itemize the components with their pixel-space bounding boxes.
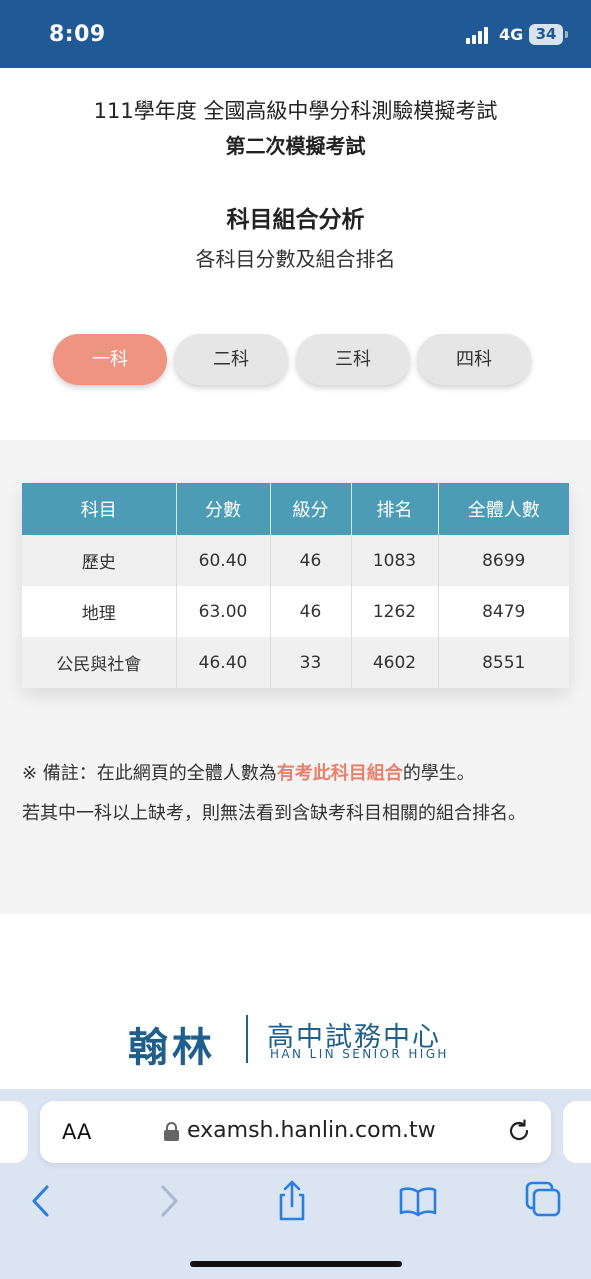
cellular-signal-icon [466, 27, 494, 44]
cell-rank: 4602 [351, 637, 439, 688]
cell-score: 46.40 [176, 637, 271, 688]
share-icon[interactable] [270, 1179, 314, 1223]
cell-score: 60.40 [176, 535, 271, 586]
note-remark-suffix: 的學生。 [402, 763, 475, 784]
note-remark: ※ 備註：在此網頁的全體人數為有考此科目組合的學生。 [22, 759, 475, 785]
battery-icon: 34 [529, 24, 563, 45]
cell-total: 8479 [438, 586, 569, 637]
network-type: 4G [499, 25, 524, 44]
exam-title: 111學年度 全國高級中學分科測驗模擬考試 [93, 99, 498, 123]
home-indicator [190, 1261, 402, 1267]
table-row: 地理 63.00 46 1262 8479 [22, 586, 569, 637]
tab-three-subjects[interactable]: 三科 [296, 334, 410, 385]
table-row: 歷史 60.40 46 1083 8699 [22, 535, 569, 586]
cell-total: 8699 [438, 535, 569, 586]
note-absence: 若其中一科以上缺考，則無法看到含缺考科目相關的組合排名。 [22, 803, 526, 824]
url-text[interactable]: examsh.hanlin.com.tw [187, 1118, 436, 1143]
col-header-rank: 排名 [351, 483, 439, 535]
browser-nav-row [0, 1179, 591, 1223]
exam-subtitle: 第二次模擬考試 [225, 134, 366, 158]
status-time: 8:09 [49, 22, 106, 47]
battery-nub [565, 31, 568, 38]
col-header-subject: 科目 [22, 483, 177, 535]
tabs-icon[interactable] [521, 1179, 565, 1223]
status-bar: 8:09 4G 34 [0, 0, 591, 68]
reload-icon[interactable] [506, 1118, 532, 1144]
cell-level: 33 [270, 637, 352, 688]
tab-two-subjects[interactable]: 二科 [174, 334, 288, 385]
tab-one-subject[interactable]: 一科 [53, 334, 167, 385]
previous-tab-preview[interactable] [0, 1101, 28, 1163]
next-tab-preview[interactable] [563, 1101, 591, 1163]
note-remark-prefix: ※ 備註：在此網頁的全體人數為 [22, 763, 277, 784]
forward-icon[interactable] [147, 1179, 191, 1223]
col-header-level: 級分 [270, 483, 352, 535]
col-header-score: 分數 [176, 483, 271, 535]
col-header-total: 全體人數 [438, 483, 569, 535]
tab-four-subjects[interactable]: 四科 [417, 334, 531, 385]
address-bar[interactable]: AA examsh.hanlin.com.tw [40, 1101, 551, 1163]
table-header-row: 科目 分數 級分 排名 全體人數 [22, 483, 569, 535]
cell-rank: 1262 [351, 586, 439, 637]
cell-subject: 地理 [22, 586, 177, 637]
hanlin-logo: 翰林 [128, 1025, 216, 1071]
results-section: 科目 分數 級分 排名 全體人數 歷史 60.40 46 1083 8699 地… [0, 440, 591, 914]
table-row: 公民與社會 46.40 33 4602 8551 [22, 637, 569, 688]
note-remark-highlight: 有考此科目組合 [276, 763, 403, 784]
cell-subject: 公民與社會 [22, 637, 177, 688]
browser-toolbar: AA examsh.hanlin.com.tw [0, 1089, 591, 1279]
cell-level: 46 [270, 535, 352, 586]
logo-divider [246, 1015, 248, 1063]
back-icon[interactable] [19, 1179, 63, 1223]
lock-icon [164, 1122, 179, 1141]
cell-level: 46 [270, 586, 352, 637]
logo-english-name: HAN LIN SENIOR HIGH [270, 1047, 449, 1061]
cell-subject: 歷史 [22, 535, 177, 586]
subject-count-tabs: 一科 二科 三科 四科 [53, 334, 533, 386]
score-table: 科目 分數 級分 排名 全體人數 歷史 60.40 46 1083 8699 地… [22, 483, 569, 688]
section-subtitle: 各科目分數及組合排名 [195, 247, 396, 271]
bookmarks-icon[interactable] [396, 1179, 440, 1223]
cell-rank: 1083 [351, 535, 439, 586]
cell-score: 63.00 [176, 586, 271, 637]
section-title: 科目組合分析 [226, 207, 365, 233]
reader-settings-button[interactable]: AA [62, 1120, 91, 1144]
cell-total: 8551 [438, 637, 569, 688]
